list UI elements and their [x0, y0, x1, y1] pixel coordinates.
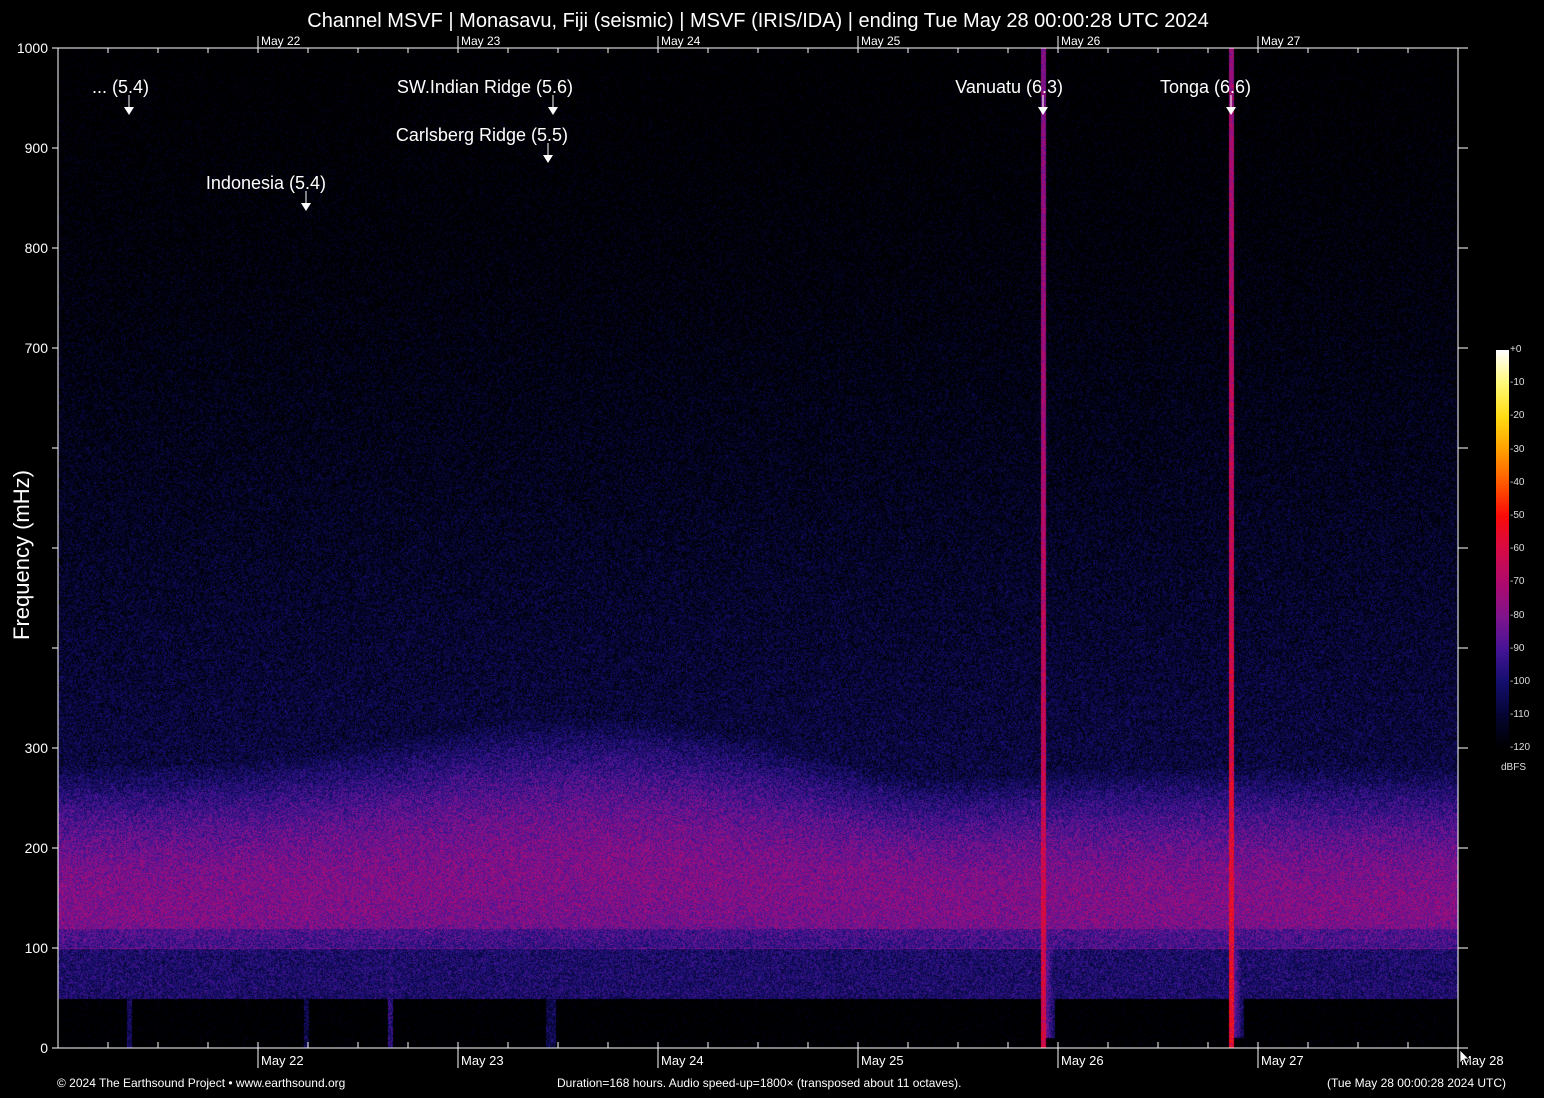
colorbar-tick-label: -80	[1510, 610, 1524, 621]
y-tick-label: 900	[25, 140, 49, 156]
colorbar-tick-label: +0	[1510, 344, 1521, 355]
colorbar-tick-label: -50	[1510, 510, 1524, 521]
colorbar-unit: dBFS	[1501, 762, 1526, 773]
colorbar-tick-label: -110	[1510, 709, 1529, 720]
colorbar-tick-label: -70	[1510, 576, 1524, 587]
event-arrow-icon	[301, 203, 311, 211]
y-tick-label: 800	[25, 240, 49, 256]
x-tick-label-top: May 25	[861, 34, 901, 48]
y-tick-label: 700	[25, 340, 49, 356]
y-tick-label: 0	[40, 1040, 48, 1056]
event-arrow-icon	[548, 107, 558, 115]
x-tick-label: May 23	[461, 1053, 504, 1068]
event-label: Indonesia (5.4)	[206, 173, 326, 193]
axes: 0 100 200 300 700 800 900 1000 May 22 May 22 May 2…	[0, 0, 1544, 1098]
colorbar-tick-label: -60	[1510, 543, 1524, 554]
event-label: Carlsberg Ridge (5.5)	[396, 125, 568, 145]
event-label: SW.Indian Ridge (5.6)	[397, 77, 573, 97]
x-tick-label: May 25	[861, 1053, 904, 1068]
end-time: (Tue May 28 00:00:28 2024 UTC)	[1327, 1076, 1506, 1090]
colorbar-tick-label: -100	[1510, 676, 1530, 687]
x-tick-label-top: May 24	[661, 34, 701, 48]
y-tick-label: 100	[25, 940, 49, 956]
colorbar-tick-label: -20	[1510, 410, 1524, 421]
colorbar-tick-label: -40	[1510, 477, 1524, 488]
event-arrow-icon	[124, 107, 134, 115]
x-tick-label-top: May 22	[261, 34, 301, 48]
event-label: Tonga (6.6)	[1160, 77, 1251, 97]
x-tick-label: May 24	[661, 1053, 704, 1068]
y-tick-label: 1000	[17, 40, 48, 56]
event-label: ... (5.4)	[92, 77, 149, 97]
colorbar-tick-label: -30	[1510, 444, 1524, 455]
x-tick-label-top: May 27	[1261, 34, 1301, 48]
event-label: Vanuatu (6.3)	[955, 77, 1063, 97]
copyright: © 2024 The Earthsound Project • www.eart…	[57, 1076, 345, 1090]
event-arrow-icon	[543, 155, 553, 163]
x-tick-label: May 27	[1261, 1053, 1304, 1068]
colorbar-tick-label: -10	[1510, 377, 1524, 388]
y-tick-label: 200	[25, 840, 49, 856]
event-arrow-icon	[1226, 107, 1236, 115]
colorbar	[1496, 350, 1509, 748]
y-axis-label: Frequency (mHz)	[9, 470, 35, 640]
event-arrow-icon	[1038, 107, 1048, 115]
x-tick-label: May 22	[261, 1053, 304, 1068]
colorbar-tick-label: -120	[1510, 742, 1530, 753]
colorbar-tick-label: -90	[1510, 643, 1524, 654]
x-tick-label: May 28	[1461, 1053, 1504, 1068]
y-tick-label: 300	[25, 740, 49, 756]
duration-info: Duration=168 hours. Audio speed-up=1800×…	[557, 1076, 961, 1090]
x-tick-label: May 26	[1061, 1053, 1104, 1068]
x-tick-label-top: May 26	[1061, 34, 1101, 48]
x-tick-label-top: May 23	[461, 34, 501, 48]
